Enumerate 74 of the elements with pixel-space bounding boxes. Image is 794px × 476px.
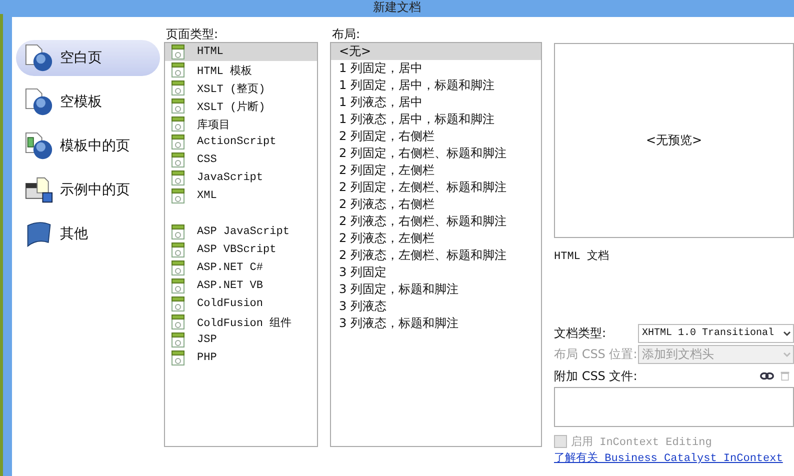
layout-item[interactable]: 2 列固定，右侧栏 <box>331 128 541 145</box>
page-type-heading: 页面类型: <box>166 27 220 42</box>
document-globe-icon <box>24 88 54 116</box>
file-icon <box>171 332 185 348</box>
file-icon <box>171 224 185 240</box>
page-type-item[interactable]: HTML <box>165 43 317 61</box>
layout-css-label: 布局 CSS 位置: <box>554 346 638 363</box>
page-type-item[interactable]: CSS <box>165 151 317 169</box>
page-type-item[interactable]: ColdFusion <box>165 295 317 313</box>
file-icon <box>171 314 185 330</box>
file-icon <box>171 188 185 204</box>
window-title: 新建文档 <box>373 0 421 14</box>
layout-item[interactable]: 2 列液态，右侧栏、标题和脚注 <box>331 213 541 230</box>
page-type-item[interactable]: JSP <box>165 331 317 349</box>
page-type-item[interactable]: XSLT (整页) <box>165 79 317 97</box>
doc-type-dropdown[interactable]: XHTML 1.0 Transitional <box>638 324 794 343</box>
layout-item[interactable]: 2 列固定，左侧栏、标题和脚注 <box>331 179 541 196</box>
attach-css-label: 附加 CSS 文件: <box>554 368 638 384</box>
file-icon <box>171 134 185 150</box>
layout-item[interactable]: 3 列液态 <box>331 298 541 315</box>
layout-heading: 布局: <box>332 27 362 42</box>
page-type-item[interactable]: ASP.NET C# <box>165 259 317 277</box>
page-type-item[interactable]: ActionScript <box>165 133 317 151</box>
layout-item[interactable]: 1 列固定，居中 <box>331 60 541 77</box>
css-file-list[interactable] <box>554 387 794 427</box>
layout-item[interactable]: 3 列固定 <box>331 264 541 281</box>
page-type-item[interactable]: PHP <box>165 349 317 367</box>
chevron-down-icon <box>783 330 791 336</box>
incontext-label: 启用 InContext Editing <box>571 434 712 448</box>
file-icon <box>171 62 185 78</box>
category-item[interactable]: 其他 <box>16 216 160 252</box>
layout-item[interactable]: 3 列液态，标题和脚注 <box>331 315 541 332</box>
layout-item[interactable]: 2 列液态，左侧栏、标题和脚注 <box>331 247 541 264</box>
file-icon <box>171 260 185 276</box>
file-icon <box>171 242 185 258</box>
link-icon[interactable] <box>760 371 774 381</box>
file-icon <box>171 170 185 186</box>
file-icon <box>171 152 185 168</box>
document-globe-icon <box>24 44 54 72</box>
preview-text: <无预览> <box>646 132 702 149</box>
info-link[interactable]: 了解有关 Business Catalyst InContext <box>554 453 794 466</box>
layout-item[interactable]: 2 列液态，左侧栏 <box>331 230 541 247</box>
category-item[interactable]: 空白页 <box>16 40 160 76</box>
doc-type-label: 文档类型: <box>554 325 608 342</box>
page-type-item[interactable]: 库项目 <box>165 115 317 133</box>
page-type-item[interactable]: HTML 模板 <box>165 61 317 79</box>
page-type-item[interactable]: ColdFusion 组件 <box>165 313 317 331</box>
window-icon <box>24 176 54 204</box>
file-icon <box>171 296 185 312</box>
file-icon <box>171 350 185 366</box>
file-icon <box>171 116 185 132</box>
file-icon <box>171 278 185 294</box>
description-text: HTML 文档 <box>554 248 610 263</box>
layout-item[interactable]: 1 列固定，居中，标题和脚注 <box>331 77 541 94</box>
layout-item[interactable]: 2 列固定，右侧栏、标题和脚注 <box>331 145 541 162</box>
page-type-item[interactable]: XML <box>165 187 317 205</box>
layout-item[interactable]: 2 列液态，右侧栏 <box>331 196 541 213</box>
file-icon <box>171 80 185 96</box>
layout-item[interactable]: 2 列固定，左侧栏 <box>331 162 541 179</box>
page-type-item[interactable]: JavaScript <box>165 169 317 187</box>
document-globe-icon <box>24 132 54 160</box>
page-type-item[interactable]: ASP JavaScript <box>165 223 317 241</box>
page-type-item[interactable]: ASP VBScript <box>165 241 317 259</box>
page-type-item[interactable]: ASP.NET VB <box>165 277 317 295</box>
layout-item[interactable]: 1 列液态，居中 <box>331 94 541 111</box>
category-item[interactable]: 示例中的页 <box>16 172 160 208</box>
file-icon <box>171 98 185 114</box>
chevron-down-icon <box>783 352 791 358</box>
page-type-item[interactable]: XSLT (片断) <box>165 97 317 115</box>
category-item[interactable]: 空模板 <box>16 84 160 120</box>
layout-item[interactable]: 3 列固定，标题和脚注 <box>331 281 541 298</box>
layout-item[interactable]: 1 列液态，居中，标题和脚注 <box>331 111 541 128</box>
layout-item[interactable]: <无> <box>331 43 541 60</box>
category-item[interactable]: 模板中的页 <box>16 128 160 164</box>
